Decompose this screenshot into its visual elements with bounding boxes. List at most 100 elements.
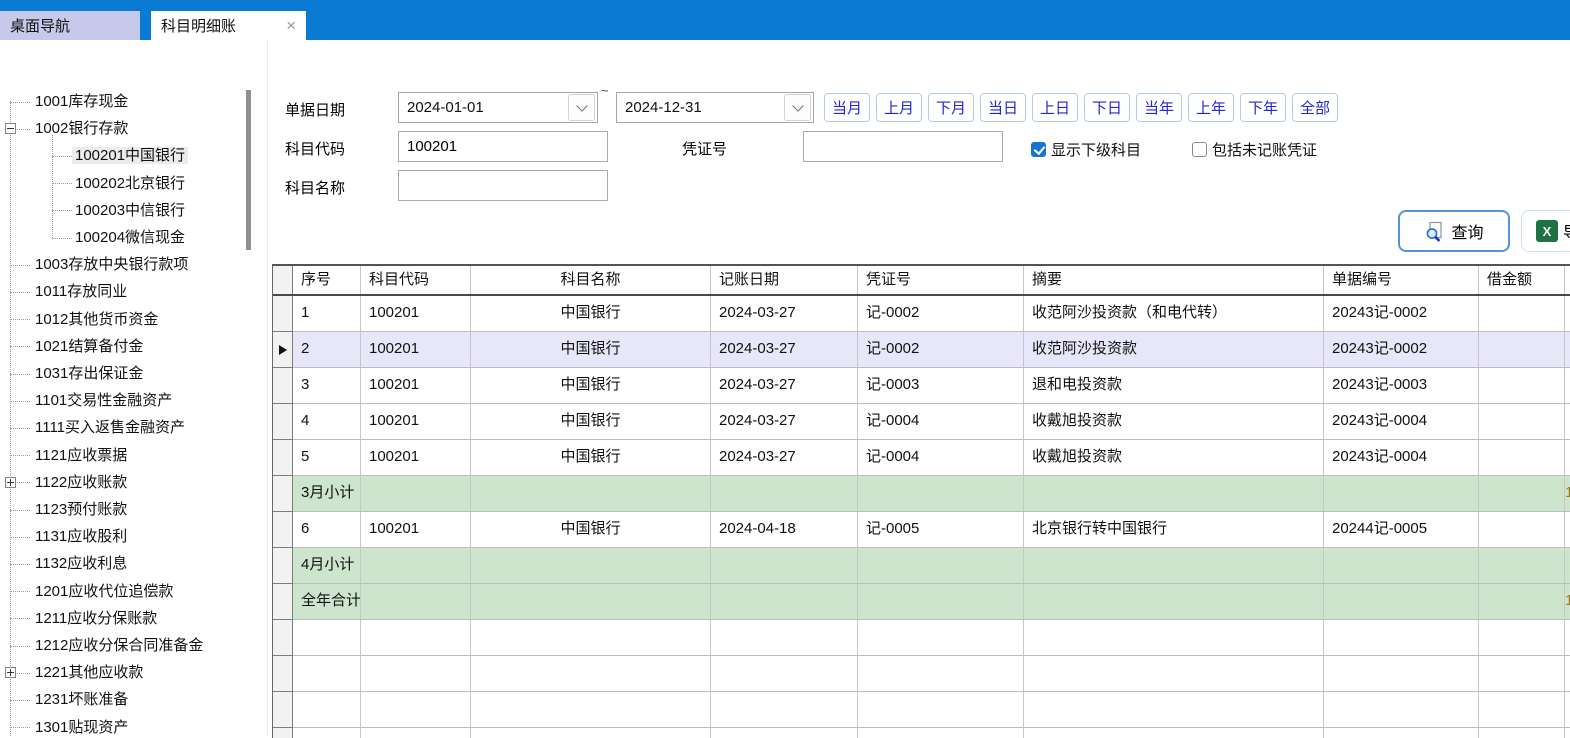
tree-item[interactable]: 1101交易性金融资产 xyxy=(32,387,175,414)
row-selector-cell[interactable] xyxy=(273,332,293,368)
quick-date-button[interactable]: 当年 xyxy=(1136,93,1182,122)
table-cell xyxy=(1479,476,1565,512)
table-cell xyxy=(293,728,361,738)
quick-date-button[interactable]: 上年 xyxy=(1188,93,1234,122)
table-cell xyxy=(711,656,858,692)
column-header[interactable]: 科目代码 xyxy=(361,266,471,294)
row-selector-cell[interactable] xyxy=(273,620,293,656)
row-selector-cell[interactable] xyxy=(273,476,293,512)
tree-item[interactable]: 100204微信现金 xyxy=(72,224,188,251)
chevron-down-icon[interactable] xyxy=(568,94,595,121)
table-cell: 1 xyxy=(293,296,361,332)
expander-icon[interactable] xyxy=(5,123,16,134)
tree-item[interactable]: 1131应收股利 xyxy=(32,523,130,550)
row-selector-cell[interactable] xyxy=(273,296,293,332)
tree-item[interactable]: 1212应收分保合同准备金 xyxy=(32,632,206,659)
row-selector-header xyxy=(273,266,293,294)
tree-item[interactable]: 1301贴现资产 xyxy=(32,714,131,736)
quick-date-button[interactable]: 上日 xyxy=(1032,93,1078,122)
table-row[interactable]: 1100201中国银行2024-03-27记-0002收范阿沙投资款（和电代转）… xyxy=(273,296,1570,332)
quick-date-button[interactable]: 下年 xyxy=(1240,93,1286,122)
checkbox-show-sub-accounts[interactable]: 显示下级科目 xyxy=(1031,141,1141,157)
column-header[interactable]: 序号 xyxy=(293,266,361,294)
row-selector-cell[interactable] xyxy=(273,368,293,404)
account-name-input[interactable] xyxy=(398,170,608,201)
table-row[interactable]: 5100201中国银行2024-03-27记-0004收戴旭投资款20243记-… xyxy=(273,440,1570,476)
scrollbar-thumb[interactable] xyxy=(246,90,251,250)
tab-subject-detail-ledger[interactable]: 科目明细账 × xyxy=(151,11,306,40)
voucher-input[interactable] xyxy=(803,131,1003,162)
table-row[interactable]: 3月小计1 xyxy=(273,476,1570,512)
table-row[interactable] xyxy=(273,656,1570,692)
quick-date-button[interactable]: 全部 xyxy=(1292,93,1338,122)
expander-icon[interactable] xyxy=(5,667,16,678)
row-selector-cell[interactable] xyxy=(273,692,293,728)
table-row[interactable] xyxy=(273,620,1570,656)
row-selector-cell[interactable] xyxy=(273,656,293,692)
column-header[interactable]: 科目名称 xyxy=(471,266,711,294)
date-to-combo[interactable]: 2024-12-31 xyxy=(616,92,814,123)
column-header[interactable] xyxy=(1565,266,1570,294)
tree-item[interactable]: 1132应收利息 xyxy=(32,550,130,577)
tree-item[interactable]: 100202北京银行 xyxy=(72,170,188,197)
tree-item[interactable]: 1003存放中央银行款项 xyxy=(32,251,191,278)
tab-desktop-nav[interactable]: 桌面导航 xyxy=(0,11,140,40)
tree-branch-line xyxy=(10,428,30,429)
table-row[interactable]: 2100201中国银行2024-03-27记-0002收范阿沙投资款20243记… xyxy=(273,332,1570,368)
close-icon[interactable]: × xyxy=(272,17,296,34)
tree-item[interactable]: 1211应收分保账款 xyxy=(32,605,160,632)
tree-item[interactable]: 1001库存现金 xyxy=(32,88,131,115)
tree-item[interactable]: 1012其他货币资金 xyxy=(32,306,161,333)
table-row[interactable]: 全年合计1 xyxy=(273,584,1570,620)
tree-scrollbar[interactable] xyxy=(245,40,252,736)
quick-date-button[interactable]: 下月 xyxy=(928,93,974,122)
chevron-down-icon[interactable] xyxy=(784,94,811,121)
checkbox-icon[interactable] xyxy=(1192,142,1207,157)
quick-date-button[interactable]: 当日 xyxy=(980,93,1026,122)
tree-item[interactable]: 1231坏账准备 xyxy=(32,686,131,713)
row-selector-cell[interactable] xyxy=(273,728,293,738)
column-header[interactable]: 摘要 xyxy=(1024,266,1324,294)
expander-icon[interactable] xyxy=(5,477,16,488)
tree-item[interactable]: 1031存出保证金 xyxy=(32,360,146,387)
column-header[interactable]: 记账日期 xyxy=(711,266,858,294)
quick-date-button[interactable]: 当月 xyxy=(824,93,870,122)
tree-item[interactable]: 1002银行存款 xyxy=(32,115,131,142)
row-selector-cell[interactable] xyxy=(273,584,293,620)
table-row[interactable]: 4月小计 xyxy=(273,548,1570,584)
table-row[interactable]: 6100201中国银行2024-04-18记-0005北京银行转中国银行2024… xyxy=(273,512,1570,548)
table-cell xyxy=(1324,620,1479,656)
tree-item[interactable]: 100201中国银行 xyxy=(72,142,188,169)
query-button[interactable]: 查询 xyxy=(1398,210,1510,252)
tree-item[interactable]: 1122应收账款 xyxy=(32,469,130,496)
quick-date-button[interactable]: 上月 xyxy=(876,93,922,122)
row-selector-cell[interactable] xyxy=(273,548,293,584)
tree-item-label: 1031存出保证金 xyxy=(32,365,146,382)
row-selector-cell[interactable] xyxy=(273,404,293,440)
checkbox-include-unposted[interactable]: 包括未记账凭证 xyxy=(1192,141,1317,157)
table-row[interactable]: 3100201中国银行2024-03-27记-0003退和电投资款20243记-… xyxy=(273,368,1570,404)
column-header[interactable]: 单据编号 xyxy=(1324,266,1479,294)
column-header[interactable]: 凭证号 xyxy=(858,266,1024,294)
tree-item[interactable]: 1011存放同业 xyxy=(32,278,130,305)
row-selector-cell[interactable] xyxy=(273,512,293,548)
table-row[interactable] xyxy=(273,692,1570,728)
checkbox-icon[interactable] xyxy=(1031,142,1046,157)
tree-item[interactable]: 1121应收票据 xyxy=(32,442,130,469)
table-cell xyxy=(858,692,1024,728)
table-row[interactable]: 4100201中国银行2024-03-27记-0004收戴旭投资款20243记-… xyxy=(273,404,1570,440)
tree-item[interactable]: 100203中信银行 xyxy=(72,197,188,224)
tree-item[interactable]: 1021结算备付金 xyxy=(32,333,146,360)
date-from-combo[interactable]: 2024-01-01 xyxy=(398,92,598,123)
excel-export-button[interactable]: X 导 xyxy=(1521,210,1570,252)
table-row[interactable] xyxy=(273,728,1570,738)
row-selector-cell[interactable] xyxy=(273,440,293,476)
tree-item[interactable]: 1201应收代位追偿款 xyxy=(32,578,176,605)
tree-item[interactable]: 1111买入返售金融资产 xyxy=(32,414,188,441)
column-header[interactable]: 借金额 xyxy=(1479,266,1565,294)
tree-item[interactable]: 1221其他应收款 xyxy=(32,659,146,686)
date-range-separator: ~ xyxy=(601,83,609,98)
account-code-input[interactable] xyxy=(398,131,608,162)
quick-date-button[interactable]: 下日 xyxy=(1084,93,1130,122)
tree-item[interactable]: 1123预付账款 xyxy=(32,496,130,523)
